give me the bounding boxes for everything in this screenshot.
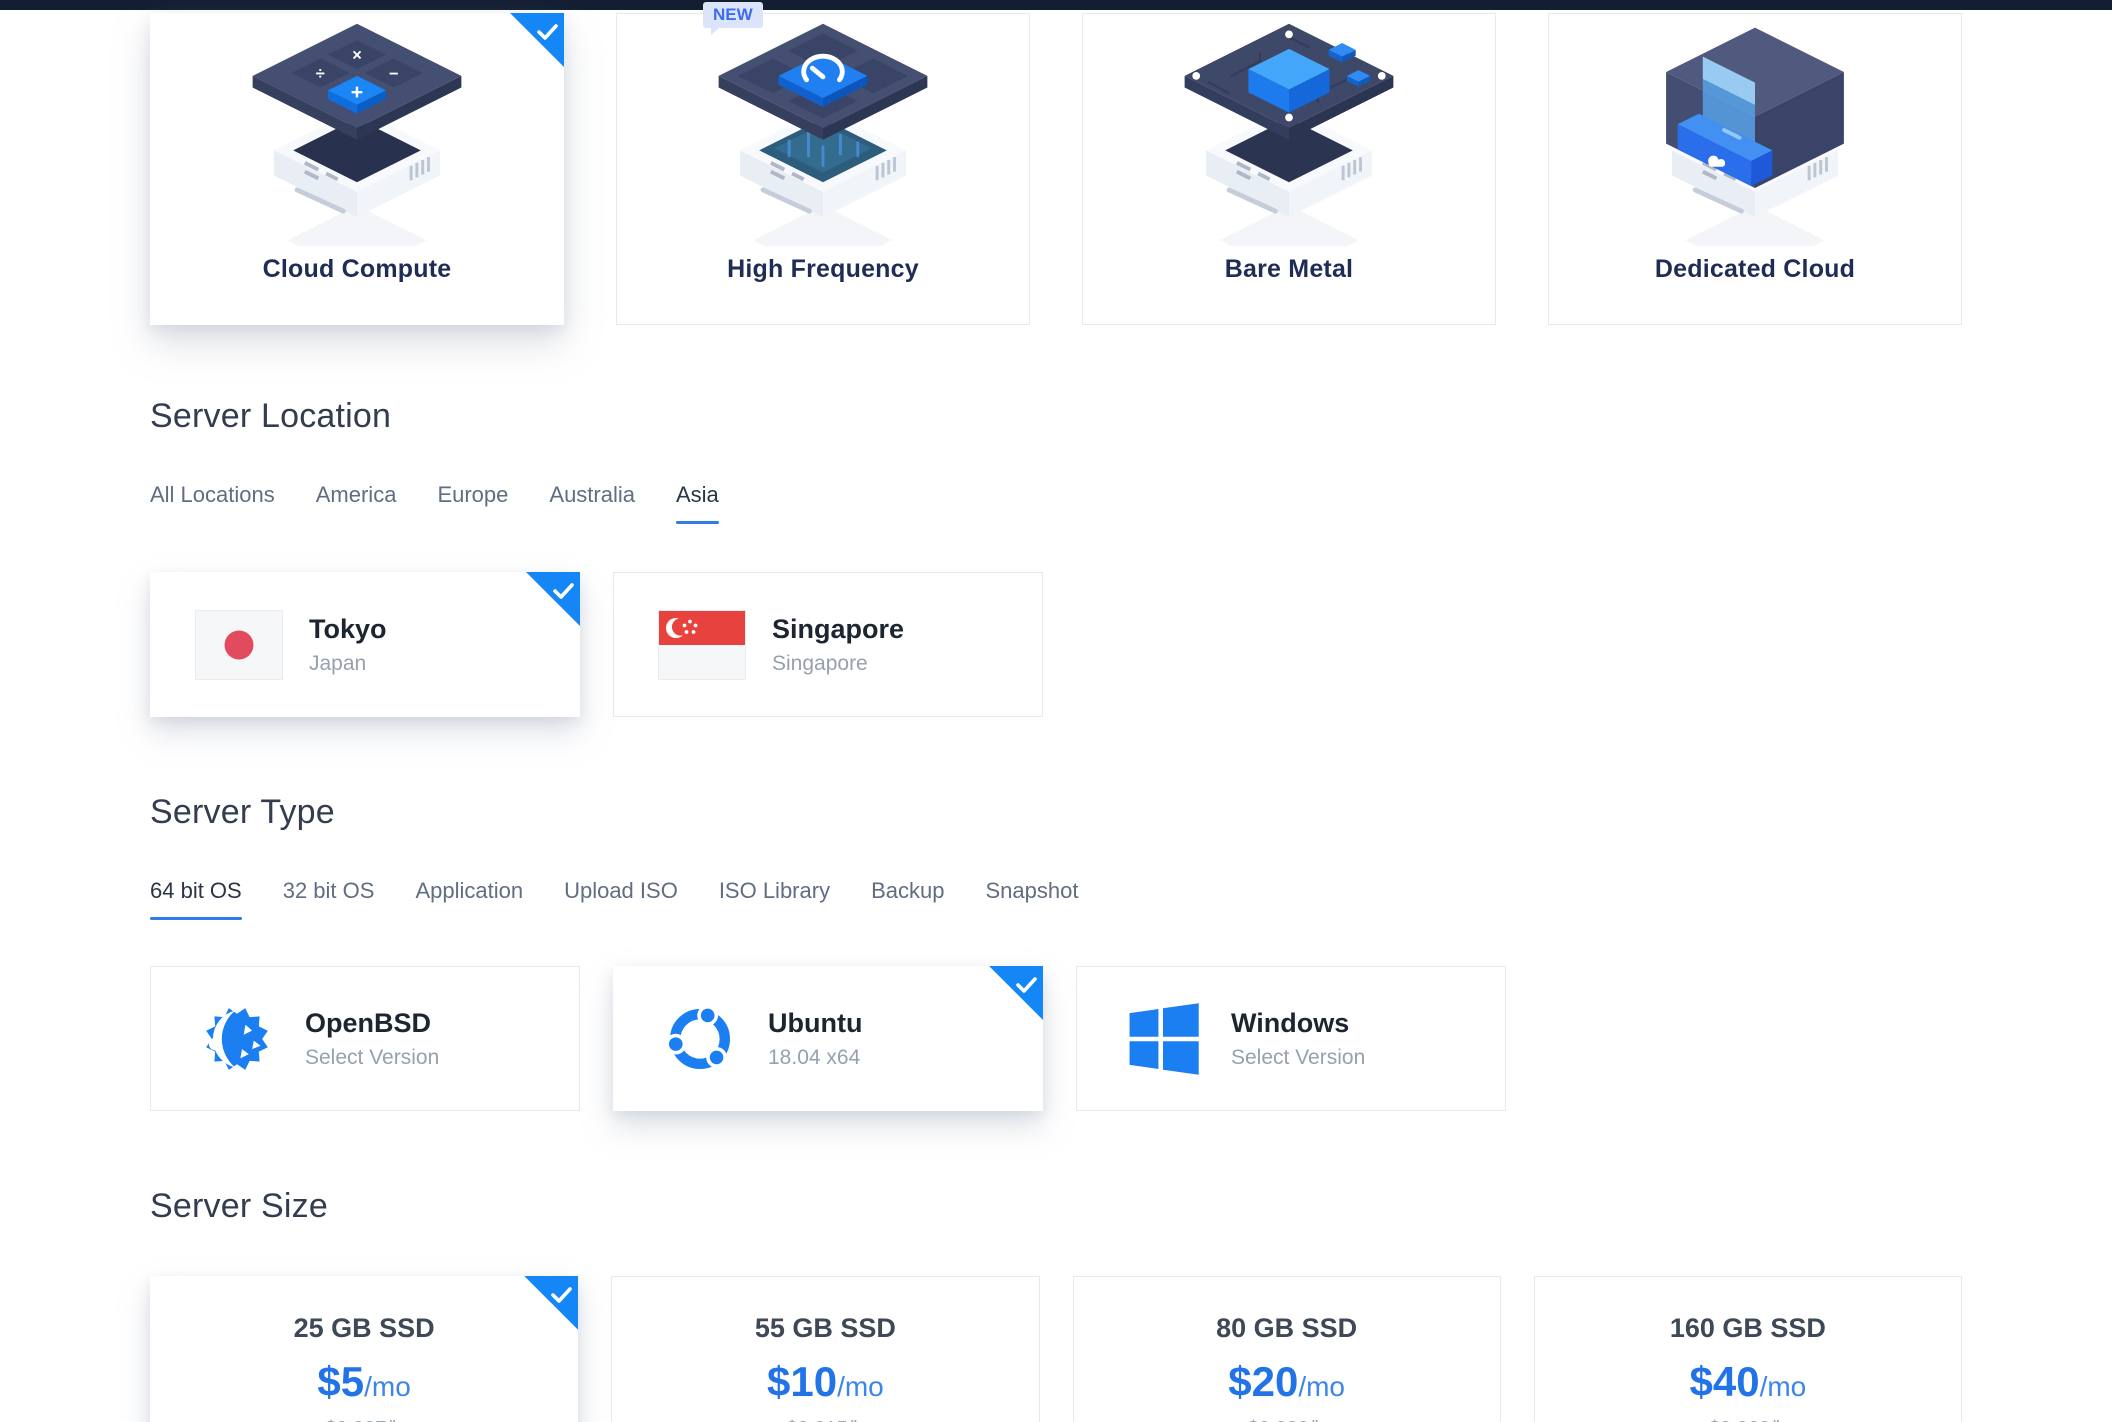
check-icon [547,1281,575,1309]
location-country: Singapore [772,652,904,676]
price-period: /mo [1760,1371,1807,1402]
section-title-server-type: Server Type [150,793,1962,832]
size-storage: 80 GB SSD [1074,1313,1500,1344]
selected-check-ribbon [526,572,580,626]
plan-card-label: Dedicated Cloud [1655,255,1855,284]
location-cards: Tokyo Japan Singapore [150,572,1962,717]
japan-flag [195,610,283,680]
os-version: Select Version [305,1046,439,1070]
tab-australia[interactable]: Australia [549,482,635,524]
price-amount: $5 [317,1358,364,1405]
price-amount: $20 [1228,1358,1298,1405]
server-plan-selector: × ÷ − + Cloud Compute NEW [150,13,1962,325]
plan-card-label: Bare Metal [1225,255,1353,284]
selected-check-ribbon [989,966,1043,1020]
check-icon [1012,971,1040,999]
top-navigation-bar [0,0,2112,10]
price-amount: $40 [1689,1358,1759,1405]
location-card-singapore[interactable]: Singapore Singapore [613,572,1043,717]
location-city: Tokyo [309,614,387,645]
size-card-25gb[interactable]: 25 GB SSD $5/mo $0.007/h [150,1276,578,1422]
plan-card-label: High Frequency [727,255,919,284]
size-storage: 25 GB SSD [151,1313,577,1344]
os-cards: OpenBSD Select Version [150,966,1962,1111]
size-card-80gb[interactable]: 80 GB SSD $20/mo $0.030/h [1073,1276,1501,1422]
price-period: /mo [364,1371,411,1402]
cloud-compute-illustration: × ÷ − + [212,16,502,246]
singapore-flag [658,610,746,680]
size-price: $20/mo [1074,1358,1500,1406]
price-period: /mo [1298,1371,1345,1402]
location-city: Singapore [772,614,904,645]
tab-america[interactable]: America [316,482,397,524]
os-name: Ubuntu [768,1008,862,1039]
check-icon [549,577,577,605]
svg-text:−: − [389,65,399,83]
size-hourly-price: $0.060/h [1535,1418,1961,1422]
windows-logo [1121,997,1205,1081]
size-cards: 25 GB SSD $5/mo $0.007/h 55 GB SSD $10/m… [150,1276,1962,1422]
new-badge: NEW [703,2,763,28]
svg-text:×: × [352,46,362,64]
size-storage: 160 GB SSD [1535,1313,1961,1344]
tab-iso-library[interactable]: ISO Library [719,878,830,920]
location-tabs: All Locations America Europe Australia A… [150,482,1962,524]
check-icon [533,18,561,46]
plan-card-label: Cloud Compute [263,255,452,284]
size-storage: 55 GB SSD [612,1313,1038,1344]
size-hourly-price: $0.030/h [1074,1418,1500,1422]
tab-asia[interactable]: Asia [676,482,719,524]
os-name: OpenBSD [305,1008,439,1039]
plan-card-dedicated-cloud[interactable]: Dedicated Cloud [1548,13,1962,325]
section-title-server-location: Server Location [150,397,1962,436]
tab-64-bit-os[interactable]: 64 bit OS [150,878,242,920]
svg-text:÷: ÷ [316,65,325,83]
tab-all-locations[interactable]: All Locations [150,482,275,524]
price-amount: $10 [767,1358,837,1405]
tab-application[interactable]: Application [415,878,523,920]
tab-europe[interactable]: Europe [437,482,508,524]
dedicated-cloud-illustration [1610,16,1900,246]
os-card-windows[interactable]: Windows Select Version [1076,966,1506,1111]
tab-backup[interactable]: Backup [871,878,944,920]
os-card-openbsd[interactable]: OpenBSD Select Version [150,966,580,1111]
tab-32-bit-os[interactable]: 32 bit OS [283,878,375,920]
size-price: $5/mo [151,1358,577,1406]
location-card-tokyo[interactable]: Tokyo Japan [150,572,580,717]
os-card-ubuntu[interactable]: Ubuntu 18.04 x64 [613,966,1043,1111]
size-card-55gb[interactable]: 55 GB SSD $10/mo $0.015/h [611,1276,1039,1422]
ubuntu-logo [658,997,742,1081]
deploy-server-page: × ÷ − + Cloud Compute NEW [0,13,2112,1422]
bare-metal-illustration [1144,16,1434,246]
server-type-tabs: 64 bit OS 32 bit OS Application Upload I… [150,878,1962,920]
size-hourly-price: $0.007/h [151,1418,577,1422]
tab-upload-iso[interactable]: Upload ISO [564,878,678,920]
selected-check-ribbon [510,13,564,67]
os-name: Windows [1231,1008,1365,1039]
os-version: 18.04 x64 [768,1046,862,1070]
plan-card-bare-metal[interactable]: Bare Metal [1082,13,1496,325]
os-version: Select Version [1231,1046,1365,1070]
tab-snapshot[interactable]: Snapshot [985,878,1078,920]
price-period: /mo [837,1371,884,1402]
size-price: $10/mo [612,1358,1038,1406]
plan-card-high-frequency[interactable]: NEW [616,13,1030,325]
size-hourly-price: $0.015/h [612,1418,1038,1422]
plan-card-cloud-compute[interactable]: × ÷ − + Cloud Compute [150,13,564,325]
size-card-160gb[interactable]: 160 GB SSD $40/mo $0.060/h [1534,1276,1962,1422]
high-frequency-illustration [678,16,968,246]
location-country: Japan [309,652,387,676]
size-price: $40/mo [1535,1358,1961,1406]
svg-text:+: + [351,80,363,104]
openbsd-logo [195,997,279,1081]
section-title-server-size: Server Size [150,1187,1962,1226]
